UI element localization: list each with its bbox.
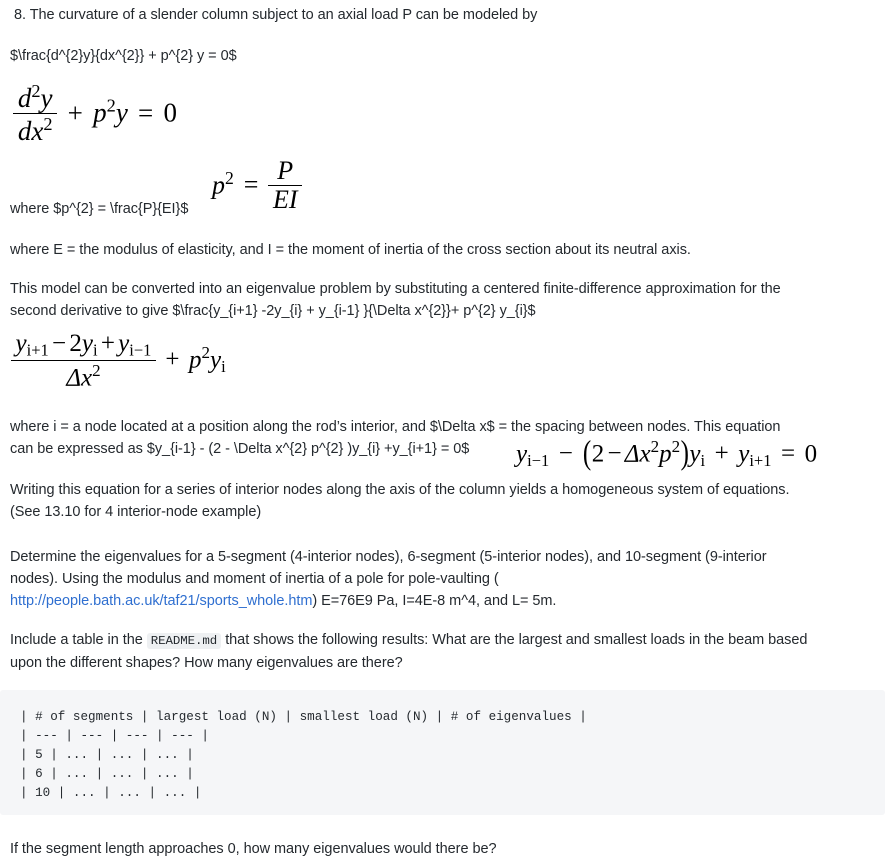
include-table-suffix-line2: upon the different shapes? How many eige… [10, 655, 403, 671]
exp-two: 2 [591, 440, 605, 468]
equation-finite-difference-rendered: yi+1−2yi + yi−1 Δx2 + p2yi [11, 331, 226, 391]
exp-y2-subscript: i [700, 450, 706, 470]
determine-after-link: ) E=76E9 Pa, I=4E-8 m^4, and L= 5m. [312, 593, 557, 609]
markdown-table-code-block[interactable]: | # of segments | largest load (N) | sma… [0, 690, 885, 815]
ode-p-exponent: 2 [106, 95, 116, 116]
ode-y-variable: y [115, 97, 128, 128]
readme-filename-code: README.md [146, 633, 222, 649]
exp-minus-2: − [607, 440, 622, 468]
code-line: | --- | --- | --- | --- | [20, 729, 209, 743]
code-line: | 5 | ... | ... | ... | [20, 748, 194, 762]
exp-delta: Δx [624, 440, 651, 468]
fd-numerator: yi+1−2yi + yi−1 [11, 331, 156, 361]
exp-zero: 0 [804, 440, 818, 468]
ode-p-variable: p [93, 97, 107, 128]
exp-y2: y [689, 440, 701, 468]
node-definition-line1: where i = a node located at a position a… [10, 419, 781, 435]
code-block-content: | # of segments | largest load (N) | sma… [20, 708, 869, 803]
latex-source-p-squared: where $p^{2} = \frac{P}{EI}$ [10, 201, 189, 217]
exp-minus-1: − [558, 440, 573, 468]
psq-numerator: P [268, 158, 303, 187]
psq-p-exponent: 2 [225, 167, 234, 188]
fd-denominator: Δx2 [66, 360, 101, 391]
eigenvalue-conversion-line1: This model can be converted into an eige… [10, 281, 781, 297]
fd-tail-p-exponent: 2 [201, 343, 211, 363]
determine-line1: Determine the eigenvalues for a 5-segmen… [10, 549, 767, 565]
exp-y3-subscript: i+1 [749, 450, 772, 470]
include-table-suffix-line1: that shows the following results: What a… [225, 632, 808, 648]
question-intro-paragraph: 8. The curvature of a slender column sub… [14, 7, 538, 23]
code-line: | 10 | ... | ... | ... | [20, 786, 202, 800]
closing-question-paragraph: If the segment length approaches 0, how … [10, 841, 497, 857]
writing-equation-line2: (See 13.10 for 4 interior-node example) [10, 504, 262, 520]
exp-open-paren: ( [582, 435, 592, 473]
ode-plus-operator: + [67, 97, 83, 128]
eigenvalue-conversion-line2: second derivative to give $\frac{y_{i+1}… [10, 303, 536, 319]
node-definition-line2: can be expressed as $y_{i-1} - (2 - \Del… [10, 441, 470, 457]
determine-line2: nodes). Using the modulus and moment of … [10, 571, 499, 587]
determine-eigenvalues-paragraph: Determine the eigenvalues for a 5-segmen… [10, 546, 882, 612]
include-table-prefix: Include a table in the [10, 632, 143, 648]
exp-y1: y [516, 440, 528, 468]
ode-denominator: dx2 [17, 114, 53, 147]
fd-fraction: yi+1−2yi + yi−1 Δx2 [11, 331, 156, 390]
equation-ode-rendered: d2y dx2 + p2y = 0 [13, 82, 178, 147]
ode-zero: 0 [163, 97, 178, 128]
modulus-definition-paragraph: where E = the modulus of elasticity, and… [10, 242, 691, 258]
exp-delta-exponent: 2 [650, 437, 660, 456]
fd-tail-y: y [210, 346, 222, 374]
writing-equation-paragraph: Writing this equation for a series of in… [10, 479, 885, 523]
exp-y1-subscript: i−1 [527, 450, 550, 470]
ode-fraction: d2y dx2 [13, 82, 58, 147]
exp-y3: y [738, 440, 750, 468]
exp-equals: = [780, 440, 796, 468]
psq-p-variable: p [212, 170, 225, 200]
ode-numerator: d2y [13, 82, 58, 115]
document-page: 8. The curvature of a slender column sub… [0, 0, 885, 864]
psq-equals-operator: = [243, 170, 259, 200]
ode-equals-operator: = [138, 97, 154, 128]
fd-tail-plus-operator: + [165, 346, 180, 374]
eigenvalue-conversion-paragraph: This model can be converted into an eige… [10, 278, 882, 322]
exp-p-exponent: 2 [671, 437, 681, 456]
equation-expanded-rendered: yi−1 − (2− Δx2p2)yi + yi+1 = 0 [516, 435, 818, 473]
exp-plus: + [714, 440, 729, 468]
code-line: | # of segments | largest load (N) | sma… [20, 710, 587, 724]
writing-equation-line1: Writing this equation for a series of in… [10, 482, 790, 498]
exp-p: p [659, 440, 672, 468]
fd-tail-p: p [189, 346, 202, 374]
include-table-paragraph: Include a table in the README.md that sh… [10, 629, 885, 674]
fd-tail-y-subscript: i [221, 357, 226, 377]
exp-close-paren: ) [680, 435, 689, 473]
pole-vaulting-reference-link[interactable]: http://people.bath.ac.uk/taf21/sports_wh… [10, 593, 312, 609]
latex-source-ode: $\frac{d^{2}y}{dx^{2}} + p^{2} y = 0$ [10, 48, 237, 64]
code-line: | 6 | ... | ... | ... | [20, 767, 194, 781]
